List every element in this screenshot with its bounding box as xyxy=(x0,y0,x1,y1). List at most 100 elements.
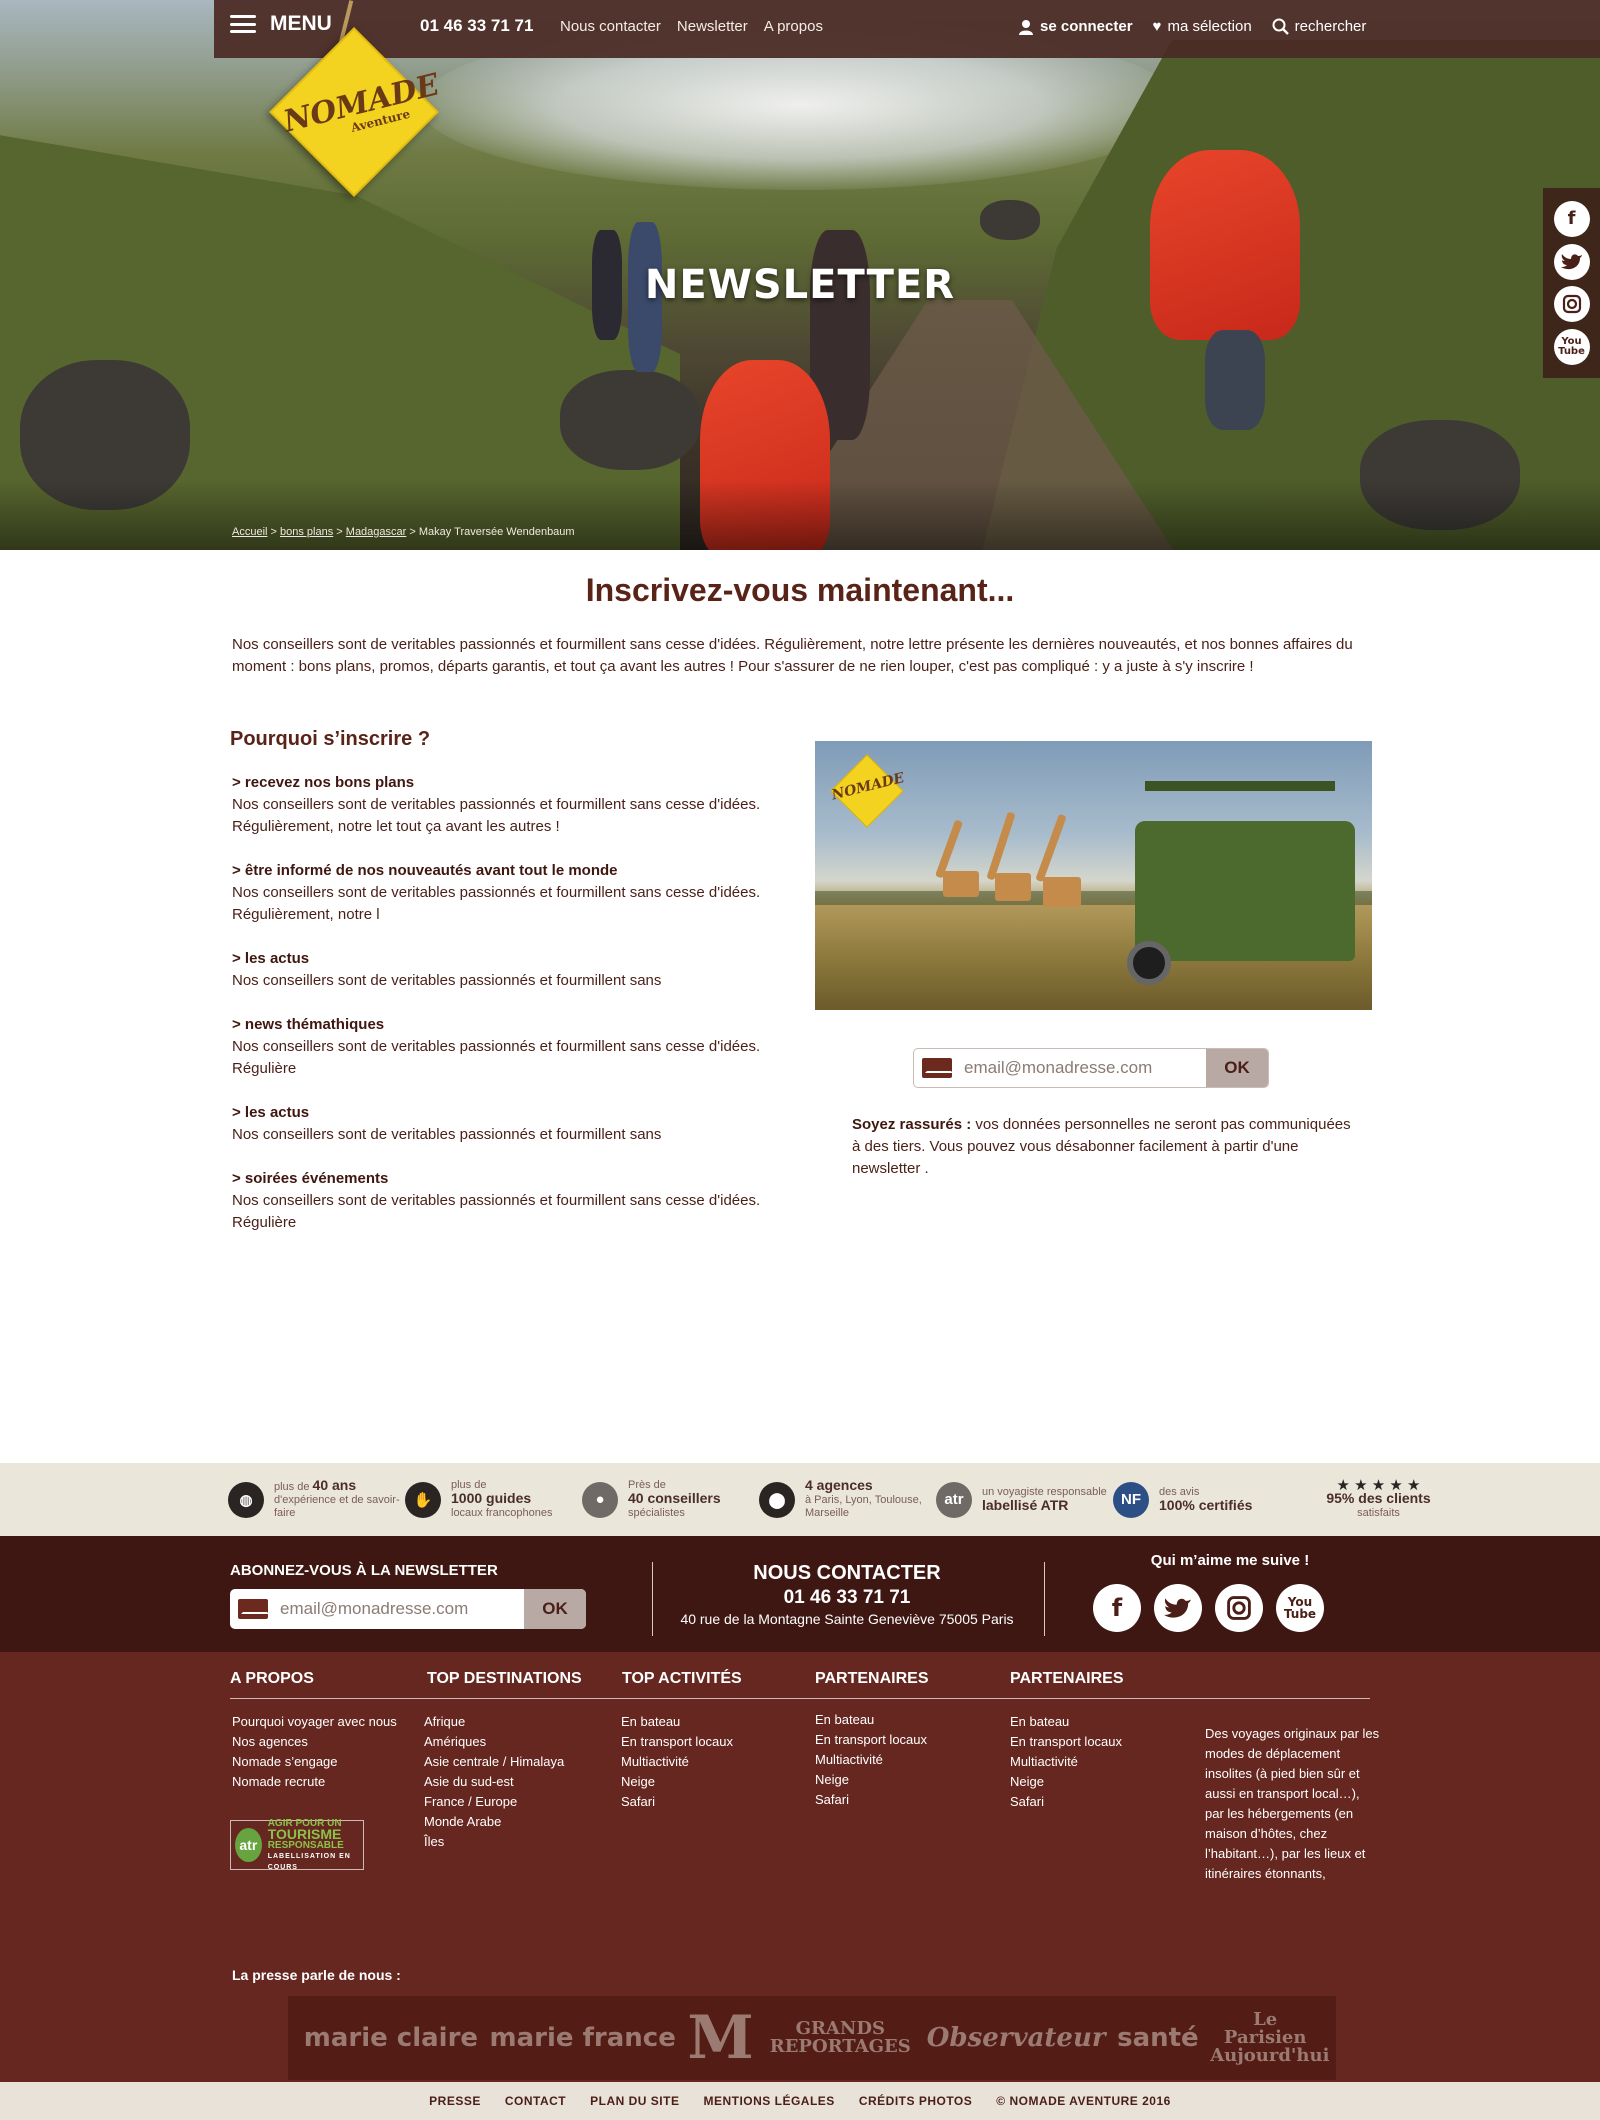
footer-link[interactable]: Multiactivité xyxy=(621,1754,689,1769)
trust-badges: ◍ plus de 40 ans d'expérience et de savoi… xyxy=(0,1463,1600,1536)
safari-jeep xyxy=(1135,821,1355,961)
footer-link[interactable]: Neige xyxy=(621,1774,655,1789)
giraffe-neck xyxy=(1035,813,1067,883)
breadcrumb-home[interactable]: Accueil xyxy=(232,526,267,538)
bottom-link-credits[interactable]: CRÉDITS PHOTOS xyxy=(859,2094,972,2108)
badge-satisfaction: ★ ★ ★ ★ ★ 95% des clients satisfaits xyxy=(1326,1477,1431,1519)
jeep-wheel xyxy=(1127,941,1171,985)
email-input[interactable] xyxy=(960,1049,1206,1087)
login-link[interactable]: se connecter xyxy=(1018,18,1133,35)
twitter-icon[interactable] xyxy=(1154,1584,1202,1632)
selection-link[interactable]: ♥ ma sélection xyxy=(1153,18,1252,35)
atr-icon: atr xyxy=(936,1481,972,1518)
footer-link[interactable]: En transport locaux xyxy=(1010,1734,1122,1749)
nomade-logo[interactable]: NOMADE Aventure xyxy=(262,0,443,210)
why-item: > soirées événements Nos conseillers son… xyxy=(232,1168,772,1234)
bottom-link-mentions[interactable]: MENTIONS LÉGALES xyxy=(703,2094,834,2108)
footer-newsletter-form: OK xyxy=(230,1589,586,1629)
press-logo: marie claire xyxy=(303,2023,479,2053)
footer-link[interactable]: Monde Arabe xyxy=(424,1814,501,1829)
footer-rule xyxy=(230,1698,1370,1699)
why-item-text: Nos conseillers sont de veritables passi… xyxy=(232,1192,761,1231)
privacy-note: Soyez rassurés : vos données personnelle… xyxy=(852,1114,1352,1180)
intro-text: Nos conseillers sont de veritables passi… xyxy=(232,636,1353,675)
footer-link[interactable]: En transport locaux xyxy=(621,1734,733,1749)
nav-link-newsletter[interactable]: Newsletter xyxy=(677,18,748,35)
why-item-title: > les actus xyxy=(232,950,310,967)
login-label: se connecter xyxy=(1040,18,1133,35)
why-title: Pourquoi s’inscrire ? xyxy=(230,728,431,750)
footer-link[interactable]: En transport locaux xyxy=(815,1732,927,1747)
footer-description: Des voyages originaux par les modes de d… xyxy=(1205,1726,1380,1881)
nav-link-contact[interactable]: Nous contacter xyxy=(560,18,661,35)
hero-shade xyxy=(0,480,1600,550)
ok-button[interactable]: OK xyxy=(1206,1049,1268,1087)
hero-rock xyxy=(560,370,700,470)
breadcrumb-madagascar[interactable]: Madagascar xyxy=(346,526,407,538)
nf-icon: NF xyxy=(1113,1481,1149,1518)
footer-contact: NOUS CONTACTER 01 46 33 71 71 40 rue de … xyxy=(656,1562,1038,1627)
footer-social: f You Tube xyxy=(1093,1584,1324,1632)
footer-link[interactable]: Neige xyxy=(815,1772,849,1787)
footer-email-input[interactable] xyxy=(276,1589,524,1629)
footer-link[interactable]: Asie du sud-est xyxy=(424,1774,514,1789)
youtube-icon[interactable]: You Tube xyxy=(1553,329,1590,366)
bottom-link-plan[interactable]: PLAN DU SITE xyxy=(590,2094,679,2108)
footer-link[interactable]: Amériques xyxy=(424,1734,486,1749)
press-logo: Le Parisien Aujourd'hui xyxy=(1210,2009,1330,2066)
footer-link[interactable]: Safari xyxy=(621,1794,655,1809)
search-icon xyxy=(1272,18,1289,35)
press-logos: marie claire marie france M GRANDS REPOR… xyxy=(288,1996,1336,2080)
footer-ok-button[interactable]: OK xyxy=(524,1589,586,1629)
footer-link[interactable]: Multiactivité xyxy=(815,1752,883,1767)
heart-icon: ♥ xyxy=(1152,18,1162,35)
search-link[interactable]: rechercher xyxy=(1272,18,1366,35)
footer-link[interactable]: En bateau xyxy=(815,1712,874,1727)
twitter-icon[interactable] xyxy=(1553,243,1590,280)
instagram-icon[interactable] xyxy=(1553,286,1590,323)
why-item: > recevez nos bons plans Nos conseillers… xyxy=(232,772,772,838)
why-item-text: Nos conseillers sont de veritables passi… xyxy=(232,1126,662,1143)
footer-link[interactable]: Îles xyxy=(424,1834,444,1849)
footer-link[interactable]: Safari xyxy=(815,1792,849,1807)
nav-link-apropos[interactable]: A propos xyxy=(764,18,823,35)
why-item-text: Nos conseillers sont de veritables passi… xyxy=(232,796,761,835)
breadcrumb-bons-plans[interactable]: bons plans xyxy=(280,526,333,538)
footer-col-partenaires-2: En bateau En transport locaux Multiactiv… xyxy=(1010,1712,1122,1812)
social-sidebar: f You Tube xyxy=(1543,188,1600,378)
footer-link[interactable]: Multiactivité xyxy=(1010,1754,1078,1769)
footer-link[interactable]: En bateau xyxy=(1010,1714,1069,1729)
footer-link[interactable]: Afrique xyxy=(424,1714,465,1729)
giraffe-neck xyxy=(934,819,964,879)
facebook-icon[interactable]: f xyxy=(1553,200,1590,237)
youtube-icon[interactable]: You Tube xyxy=(1276,1584,1324,1632)
jeep-roof xyxy=(1145,781,1335,791)
footer-link[interactable]: En bateau xyxy=(621,1714,680,1729)
badge-guides: ✋ plus de 1000 guides locaux francophones xyxy=(405,1470,582,1530)
footer-link[interactable]: Safari xyxy=(1010,1794,1044,1809)
why-list: > recevez nos bons plans Nos conseillers… xyxy=(232,772,772,1256)
badge-experience: ◍ plus de 40 ans d'expérience et de savoi… xyxy=(228,1470,405,1530)
footer-col-title: PARTENAIRES xyxy=(1010,1670,1124,1687)
instagram-icon[interactable] xyxy=(1215,1584,1263,1632)
footer-link[interactable]: Asie centrale / Himalaya xyxy=(424,1754,564,1769)
why-item-title: > les actus xyxy=(232,1104,310,1121)
facebook-icon[interactable]: f xyxy=(1093,1584,1141,1632)
footer-link[interactable]: Neige xyxy=(1010,1774,1044,1789)
footer-link[interactable]: Pourquoi voyager avec nous xyxy=(232,1714,397,1729)
user-icon xyxy=(1019,19,1033,35)
hero-poncho-walker xyxy=(1150,150,1300,340)
globe-icon: ◍ xyxy=(228,1481,264,1518)
selection-label: ma sélection xyxy=(1167,18,1252,35)
footer-col-partenaires: En bateau En transport locaux Multiactiv… xyxy=(815,1710,927,1810)
badge-atr: atr un voyagiste responsable labellisé AT… xyxy=(936,1470,1113,1530)
bottom-link-contact[interactable]: CONTACT xyxy=(505,2094,566,2108)
footer-link[interactable]: Nomade recrute xyxy=(232,1774,325,1789)
why-item: > être informé de nos nouveautés avant t… xyxy=(232,860,772,926)
contact-phone[interactable]: 01 46 33 71 71 xyxy=(656,1587,1038,1609)
page-title: Inscrivez-vous maintenant... xyxy=(585,572,1015,608)
footer-link[interactable]: France / Europe xyxy=(424,1794,517,1809)
bottom-link-presse[interactable]: PRESSE xyxy=(429,2094,481,2108)
footer-link[interactable]: Nos agences xyxy=(232,1734,308,1749)
footer-link[interactable]: Nomade s’engage xyxy=(232,1754,338,1769)
